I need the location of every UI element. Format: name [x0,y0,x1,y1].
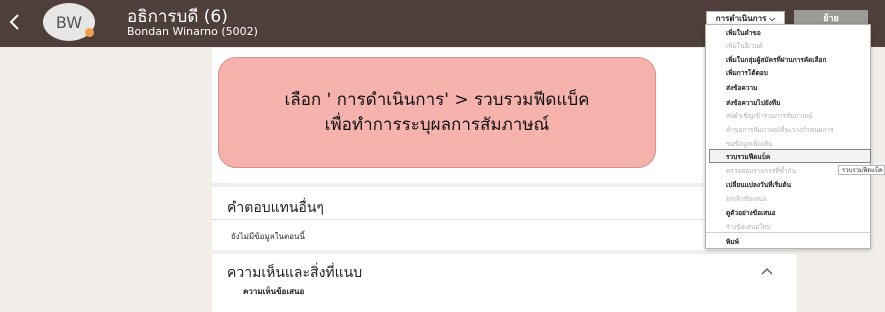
page-subtitle: Bondan Winarno (5002) [127,25,258,38]
callout-line-1: เลือก ' การดำเนินการ' > รวบรวมฟีดแบ็ค [284,89,590,110]
menu-item-schedule-interview-request: คำขอการสัมภาษณ์ที่จะวางกำหนดการ [726,126,834,134]
menu-item-add-to-request[interactable]: เพิ่มในคำขอ [726,27,761,39]
menu-item-print[interactable]: พิมพ์ [726,236,739,248]
menu-item-collect-feedback[interactable]: รวบรวมฟีดแบ็ค [726,151,770,163]
menu-item-send-interview-invite: ส่งคำเชิญเข้าร่วมการสัมภาษณ์ [726,112,813,120]
comments-subheading: ความเห็นข้อเสนอ [243,287,305,296]
other-answers-empty-text: ยังไม่มีข้อมูลในตอนนี้ [231,232,305,241]
menu-separator [706,232,870,233]
menu-item-change-start-date[interactable]: เปลี่ยนแปลงวันที่เริ่มต้น [726,179,791,191]
menu-item-add-to-event: เพิ่มในอีเวนต์ [726,42,763,50]
avatar-initials: BW [55,12,83,32]
callout-line-2: เพื่อทำการระบุผลการสัมภาษณ์ [324,114,550,135]
menu-item-add-to-pool[interactable]: เพิ่มในกลุ่มผู้สมัครที่ผ่านการคัดเลือก [726,54,826,66]
comments-title: ความเห็นและสิ่งที่แนบ [227,265,363,281]
menu-item-request-more-info: ขอข้อมูลเพิ่มเติม [726,140,773,148]
chevron-up-icon[interactable] [760,262,774,275]
menu-item-cancel-offer: ยกเลิกข้อเสนอ [726,195,767,203]
other-answers-title: คำตอบแทนอื่นๆ [227,200,324,216]
menu-item-check-duplicates: ตรวจสอบรายการที่ซ้ำกัน [726,167,796,175]
actions-menu: เพิ่มในคำขอ เพิ่มในอีเวนต์ เพิ่มในกลุ่มผ… [705,24,871,249]
menu-item-add-interaction[interactable]: เพิ่มการโต้ตอบ [726,67,768,79]
instruction-callout: เลือก ' การดำเนินการ' > รวบรวมฟีดแบ็ค เพ… [218,57,656,168]
menu-item-send-message[interactable]: ส่งข้อความ [726,82,757,94]
menu-item-send-message-team[interactable]: ส่งข้อความไปยังทีม [726,97,780,109]
menu-tooltip: รวบรวมฟีดแบ็ค [838,165,885,175]
menu-item-preview-offer[interactable]: ดูตัวอย่างข้อเสนอ [726,207,776,219]
status-dot [85,28,94,37]
chevron-left-icon[interactable] [4,10,26,34]
